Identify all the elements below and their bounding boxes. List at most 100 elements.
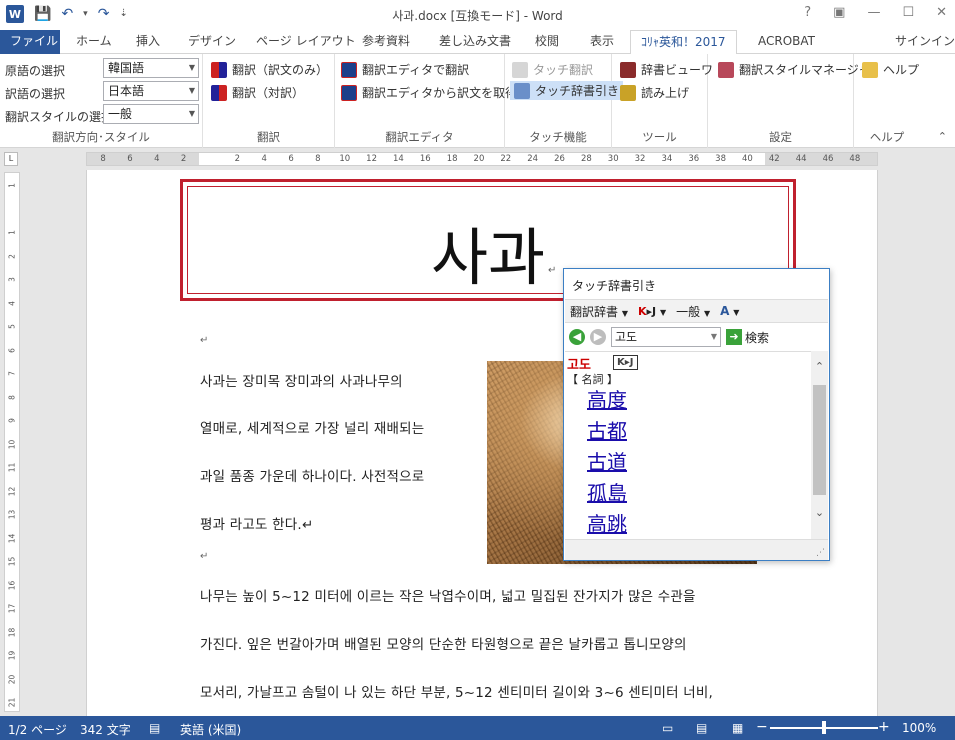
help-ribbon-button[interactable]: ヘルプ <box>862 61 919 78</box>
search-input[interactable]: 고도 ▼ <box>611 327 721 347</box>
translate-in-editor-button[interactable]: 翻訳エディタで翻訳 <box>341 61 469 78</box>
touch-translate-button[interactable]: タッチ翻訳 <box>512 61 593 78</box>
font-options-button[interactable]: A ▼ <box>720 304 739 318</box>
close-button[interactable]: ✕ <box>936 5 947 20</box>
tab-selector[interactable]: L <box>4 152 18 166</box>
document-scrollbar[interactable] <box>938 170 955 716</box>
result-entry-link[interactable]: 古都 <box>587 415 627 444</box>
translate-only-label: 翻訳（訳文のみ） <box>232 63 329 77</box>
read-aloud-button[interactable]: 読み上げ <box>620 84 689 101</box>
fetch-from-editor-button[interactable]: 翻訳エディタから訳文を取得 <box>341 84 517 101</box>
tab-home[interactable]: ホーム <box>66 30 122 54</box>
kj-source-letter: K <box>638 304 647 318</box>
body-line[interactable]: 열매로, 세계적으로 가장 널리 재배되는 <box>200 417 424 437</box>
paragraph-mark: ↵ <box>200 335 209 346</box>
chevron-down-icon: ▼ <box>660 307 667 317</box>
signin-link[interactable]: サインイン <box>895 30 955 53</box>
ribbon-group-touch: タッチ翻訳 タッチ辞書引き タッチ機能 <box>505 54 624 148</box>
result-entry-link[interactable]: 高跳 <box>587 508 627 537</box>
back-arrow-icon[interactable]: ◀ <box>569 329 585 345</box>
body-line[interactable]: 사과는 장미목 장미과의 사과나무의 <box>200 370 403 390</box>
ribbon-display-options-button[interactable]: ▣ <box>833 5 845 20</box>
vertical-ruler-tick: 7 <box>7 371 17 376</box>
tab-view[interactable]: 表示 <box>580 30 624 54</box>
popup-scrollbar[interactable]: ⌃ ⌄ <box>811 351 828 539</box>
ruler-tick: 22 <box>500 154 512 164</box>
vertical-ruler-tick: 16 <box>7 580 17 590</box>
result-entry-link[interactable]: 孤島 <box>587 477 627 506</box>
tab-korya-eiwa[interactable]: ｺﾘｬ英和！2017 <box>630 30 737 55</box>
group-label-touch: タッチ機能 <box>529 130 587 144</box>
tab-mailings[interactable]: 差し込み文書 <box>429 30 521 54</box>
print-layout-icon[interactable]: ▤ <box>696 721 707 735</box>
vertical-ruler[interactable]: 1 1 2 3 4 5 6 7 8 9 10 11 12 13 14 15 16 17 18 19 20 21 <box>4 172 20 712</box>
style-manager-label: 翻訳スタイルマネージャ <box>739 63 871 77</box>
vertical-ruler-tick: 1 <box>7 230 17 235</box>
ruler-tick: 20 <box>473 154 485 164</box>
body-line[interactable]: 나무는 높이 5~12 미터에 이르는 작은 낙엽수이며, 넓고 밀집된 잔가지… <box>200 585 696 605</box>
zoom-level[interactable]: 100% <box>902 721 936 735</box>
forward-arrow-icon[interactable]: ▶ <box>590 329 606 345</box>
ruler-tick: 40 <box>742 154 753 164</box>
maximize-button[interactable]: ☐ <box>902 5 914 20</box>
target-language-select[interactable]: 日本語 ▼ <box>103 81 199 101</box>
language-indicator[interactable]: 英語 (米国) <box>180 721 241 738</box>
read-mode-icon[interactable]: ▭ <box>662 721 673 735</box>
style-menu-button[interactable]: 一般 ▼ <box>676 303 710 320</box>
body-line[interactable]: 모서리, 가날프고 솜털이 나 있는 하단 부분, 5~12 센티미터 길이와 … <box>200 681 713 701</box>
scroll-up-icon[interactable]: ⌃ <box>811 360 828 373</box>
web-layout-icon[interactable]: ▦ <box>732 721 743 735</box>
source-language-label: 原語の選択 <box>5 64 66 78</box>
popup-scrollbar-thumb[interactable] <box>813 385 826 495</box>
go-arrow-icon: ➜ <box>726 329 742 345</box>
language-direction-button[interactable]: K▸J ▼ <box>638 305 666 318</box>
translate-pair-button[interactable]: 翻訳（対訳） <box>211 84 304 101</box>
collapse-ribbon-icon[interactable]: ⌃ <box>938 130 947 143</box>
zoom-slider-thumb[interactable] <box>822 721 826 734</box>
tab-acrobat[interactable]: ACROBAT <box>748 30 825 54</box>
translate-only-button[interactable]: 翻訳（訳文のみ） <box>211 61 328 78</box>
tab-insert[interactable]: 挿入 <box>126 30 170 54</box>
search-button[interactable]: ➜ 検索 <box>726 329 769 346</box>
tab-file[interactable]: ファイル <box>0 30 60 54</box>
vertical-ruler-tick: 18 <box>7 627 17 637</box>
tab-review[interactable]: 校閲 <box>525 30 569 54</box>
source-language-select[interactable]: 韓国語 ▼ <box>103 58 199 78</box>
minimize-button[interactable]: — <box>867 5 880 20</box>
touch-dictionary-button[interactable]: タッチ辞書引き <box>510 81 624 100</box>
page-count[interactable]: 1/2 ページ <box>8 721 67 738</box>
ruler-tick: 46 <box>822 154 834 164</box>
ruler-tick: 6 <box>127 154 133 164</box>
result-entry-link[interactable]: 高度 <box>587 384 627 413</box>
ribbon-group-direction: 原語の選択 韓国語 ▼ 訳語の選択 日本語 ▼ 翻訳スタイルの選択 一般 ▼ 翻訳方向… <box>0 54 203 148</box>
dictionary-viewer-button[interactable]: 辞書ビューワ <box>620 61 713 78</box>
vertical-ruler-tick: 6 <box>7 347 17 353</box>
title-bar: W 💾 ↶ ▾ ↷ ⇣ 사과.docx [互換モード] - Word ? ▣ —… <box>0 0 955 30</box>
body-line[interactable]: 과일 품종 가운데 하나이다. 사전적으로 <box>200 465 424 485</box>
body-line[interactable]: 가진다. 잎은 번갈아가며 배열된 모양의 단순한 타원형으로 끝은 날카롭고 … <box>200 633 687 653</box>
group-label-tools: ツール <box>642 130 677 144</box>
body-line[interactable]: 평과 라고도 한다.↵ <box>200 513 313 533</box>
proofing-icon[interactable]: ▤ <box>149 721 160 735</box>
scroll-down-icon[interactable]: ⌄ <box>811 506 828 519</box>
resize-grip-icon[interactable]: ⋰ <box>816 548 825 558</box>
zoom-in-button[interactable]: + <box>878 719 890 735</box>
zoom-out-button[interactable]: − <box>756 719 768 735</box>
result-entry-link[interactable]: 古道 <box>587 446 627 475</box>
dictionary-menu-button[interactable]: 翻訳辞書 ▼ <box>570 303 628 320</box>
window-controls: ? ▣ — ☐ ✕ <box>804 5 947 20</box>
dictionary-menu-label: 翻訳辞書 <box>570 304 619 319</box>
translation-style-select[interactable]: 一般 ▼ <box>103 104 199 124</box>
style-manager-button[interactable]: 翻訳スタイルマネージャ <box>718 61 870 78</box>
word-count[interactable]: 342 文字 <box>80 721 131 738</box>
tab-page-layout[interactable]: ページ レイアウト <box>246 30 366 54</box>
horizontal-ruler[interactable]: L 8 6 4 2 2 4 6 8 10 12 14 16 18 20 22 24 26 28 30 32 34 36 38… <box>0 148 955 170</box>
tab-references[interactable]: 参考資料 <box>352 30 420 54</box>
ruler-tick: 26 <box>554 154 565 164</box>
translation-style-label: 翻訳スタイルの選択 <box>5 110 114 124</box>
style-manager-icon <box>718 61 734 78</box>
tab-design[interactable]: デザイン <box>178 30 246 54</box>
help-button[interactable]: ? <box>804 5 811 20</box>
ruler-tick: 24 <box>527 154 539 164</box>
ruler-tick: 44 <box>795 154 807 164</box>
